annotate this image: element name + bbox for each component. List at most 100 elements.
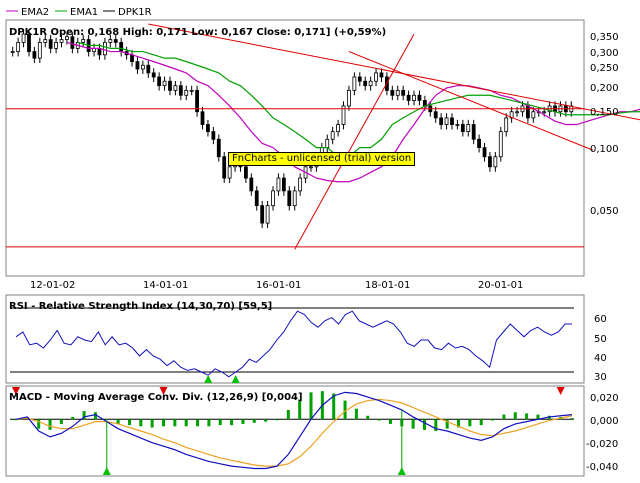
candle-body bbox=[151, 72, 156, 78]
candle-body bbox=[455, 124, 460, 126]
candle-body bbox=[97, 48, 102, 56]
x-tick: 12-01-02 bbox=[30, 280, 75, 291]
macd-histogram-bar bbox=[502, 414, 506, 420]
candle-body bbox=[433, 111, 438, 119]
candle-body bbox=[113, 39, 118, 43]
candle-body bbox=[162, 80, 167, 87]
candle-body bbox=[504, 117, 509, 133]
x-tick: 20-01-01 bbox=[478, 280, 523, 291]
candle-body bbox=[206, 124, 210, 133]
candle-body bbox=[140, 64, 145, 70]
rsi-y-tick: 30 bbox=[594, 372, 607, 383]
macd-histogram-bar bbox=[105, 419, 109, 421]
macd-histogram-bar bbox=[286, 409, 290, 420]
candle-body bbox=[135, 61, 140, 70]
candle-body bbox=[32, 51, 37, 59]
macd-histogram-bar bbox=[264, 419, 268, 422]
candle-body bbox=[43, 39, 48, 43]
rsi-panel-title: RSI - Relative Strength Index (14,30,70)… bbox=[9, 301, 272, 312]
price-y-tick: 0,250 bbox=[590, 63, 619, 74]
candle-body bbox=[309, 166, 313, 169]
candle-body bbox=[466, 124, 471, 133]
candle-body bbox=[390, 89, 395, 96]
price-y-tick: 0,350 bbox=[590, 32, 619, 43]
candle-body bbox=[103, 42, 107, 56]
candle-body bbox=[406, 94, 411, 101]
price-y-tick: 0,300 bbox=[590, 48, 619, 59]
candle-body bbox=[471, 124, 476, 140]
candle-body bbox=[477, 138, 481, 149]
candle-body bbox=[482, 147, 487, 158]
candle-body bbox=[178, 85, 183, 96]
macd-y-tick: -0,020 bbox=[586, 439, 618, 450]
macd-histogram-bar bbox=[411, 419, 415, 429]
macd-histogram-bar bbox=[525, 413, 529, 420]
candle-body bbox=[254, 190, 259, 207]
candle-body bbox=[10, 51, 15, 53]
macd-histogram-bar bbox=[48, 419, 52, 430]
candle-body bbox=[352, 76, 357, 91]
candle-body bbox=[70, 36, 75, 49]
candle-body bbox=[168, 80, 172, 91]
candle-body bbox=[292, 190, 297, 207]
candle-body bbox=[189, 89, 194, 92]
macd-histogram-bar bbox=[570, 418, 574, 420]
rsi-y-tick: 50 bbox=[594, 334, 607, 345]
candle-body bbox=[146, 64, 151, 74]
candle-body bbox=[16, 42, 21, 52]
macd-histogram-bar bbox=[207, 419, 211, 427]
macd-histogram-bar bbox=[59, 419, 63, 424]
candle-body bbox=[244, 166, 248, 179]
candle-body bbox=[108, 39, 113, 43]
macd-histogram-bar bbox=[491, 419, 495, 421]
macd-histogram-bar bbox=[230, 419, 234, 426]
candle-body bbox=[249, 177, 254, 192]
legend-ema1-label: EMA1 bbox=[70, 7, 98, 18]
candle-body bbox=[444, 117, 449, 125]
x-tick: 14-01-01 bbox=[143, 280, 188, 291]
candle-body bbox=[417, 94, 422, 101]
candle-body bbox=[227, 166, 232, 179]
candle-body bbox=[379, 72, 384, 78]
macd-histogram-bar bbox=[184, 419, 188, 427]
candle-body bbox=[54, 42, 58, 49]
candle-body bbox=[81, 39, 86, 43]
candle-body bbox=[412, 94, 416, 101]
rsi-y-tick: 60 bbox=[594, 314, 607, 325]
price-panel-frame bbox=[5, 19, 585, 277]
candle-body bbox=[488, 156, 492, 168]
candle-body bbox=[531, 111, 536, 119]
candle-body bbox=[200, 111, 205, 125]
macd-histogram-bar bbox=[309, 392, 313, 420]
candle-body bbox=[157, 76, 162, 87]
price-y-tick: 0,100 bbox=[590, 144, 619, 155]
candle-body bbox=[298, 177, 303, 192]
trial-watermark: FnCharts - unlicensed (trial) version bbox=[228, 152, 416, 166]
macd-histogram-bar bbox=[479, 419, 483, 426]
price-panel-header: DPK1R Open: 0,168 High: 0,171 Low: 0,167… bbox=[9, 27, 386, 38]
macd-y-tick: 0,000 bbox=[590, 416, 619, 427]
candle-body bbox=[374, 72, 378, 82]
macd-histogram-bar bbox=[173, 419, 177, 427]
candle-body bbox=[401, 89, 406, 96]
macd-histogram-bar bbox=[241, 419, 245, 424]
chart-canvas: EMA2 EMA1 DPK1R DPK1R Open: 0,168 High: … bbox=[5, 7, 640, 477]
candle-body bbox=[119, 42, 124, 52]
candle-body bbox=[281, 177, 286, 192]
legend-ema2-label: EMA2 bbox=[21, 7, 49, 18]
candle-body bbox=[216, 138, 221, 158]
macd-histogram-bar bbox=[218, 419, 222, 426]
candle-body bbox=[184, 89, 189, 96]
candle-body bbox=[37, 42, 42, 59]
price-y-tick: 0,150 bbox=[590, 107, 619, 118]
macd-histogram-bar bbox=[275, 419, 279, 421]
macd-histogram-bar bbox=[139, 419, 143, 427]
candle-body bbox=[325, 138, 330, 149]
candle-body bbox=[493, 156, 498, 168]
candle-body bbox=[59, 39, 64, 43]
candle-body bbox=[222, 156, 227, 179]
macd-histogram-bar bbox=[127, 419, 131, 426]
macd-panel-title: MACD - Moving Average Conv. Div. (12,26,… bbox=[9, 392, 303, 403]
candle-body bbox=[336, 124, 340, 133]
candle-body bbox=[368, 80, 373, 87]
